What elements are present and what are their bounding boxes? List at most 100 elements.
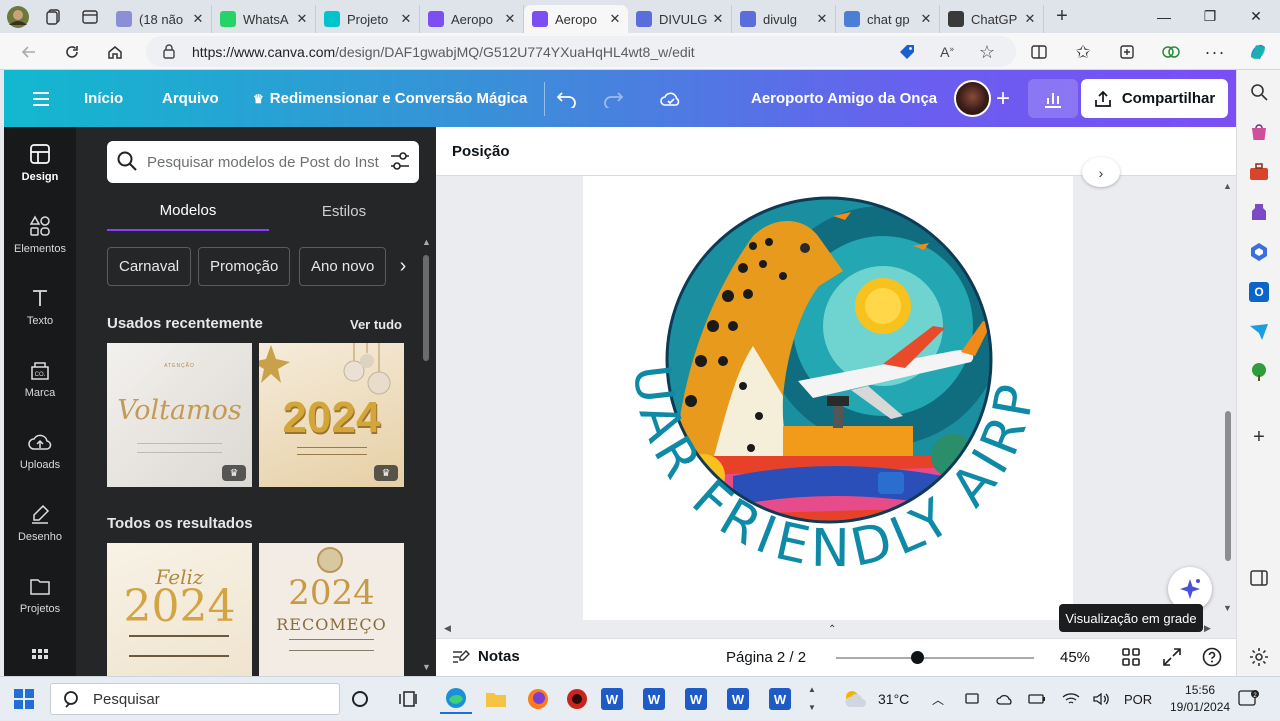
canvas-scrollbar[interactable]	[1225, 411, 1231, 561]
taskbar-search-input[interactable]: Pesquisar	[50, 683, 340, 715]
games-icon[interactable]	[1247, 200, 1271, 224]
tray-meet-icon[interactable]	[964, 677, 980, 721]
hamburger-menu-icon[interactable]	[32, 70, 50, 127]
scroll-down-arrow-icon[interactable]: ▼	[1223, 603, 1232, 613]
scroll-up-arrow-icon[interactable]: ▲	[422, 237, 431, 247]
browser-tab[interactable]: chat gp ✕	[836, 5, 940, 33]
shopping-tag-icon[interactable]	[892, 37, 922, 67]
tab-models[interactable]: Modelos	[107, 191, 269, 231]
chip-carnaval[interactable]: Carnaval	[107, 247, 192, 286]
volume-icon[interactable]	[1092, 677, 1110, 721]
template-thumb-recomeco[interactable]: 2024 RECOMEÇO	[259, 543, 404, 676]
browser-tab[interactable]: Projeto ✕	[316, 5, 420, 33]
close-tab-icon[interactable]: ✕	[1023, 11, 1037, 27]
scroll-down-arrow-icon[interactable]: ▼	[422, 662, 431, 672]
split-screen-icon[interactable]	[1024, 37, 1054, 67]
word-icon[interactable]: W	[638, 684, 670, 714]
url-field[interactable]: https://www.canva.com/design/DAF1gwabjMQ…	[146, 36, 1016, 67]
app-red-icon[interactable]	[561, 684, 593, 714]
close-tab-icon[interactable]: ✕	[919, 11, 933, 27]
notes-button[interactable]: Notas	[452, 648, 520, 665]
home-button[interactable]	[100, 37, 130, 67]
firefox-icon[interactable]	[522, 684, 554, 714]
see-all-link[interactable]: Ver tudo	[350, 317, 402, 332]
extensions-icon[interactable]	[1156, 37, 1186, 67]
clock[interactable]: 15:56 19/01/2024	[1170, 677, 1230, 721]
template-search-input[interactable]: Pesquisar modelos de Post do Inst	[107, 141, 419, 183]
outlook-icon[interactable]: O	[1247, 280, 1271, 304]
word-icon[interactable]: W	[722, 684, 754, 714]
edge-browser-icon[interactable]	[440, 684, 472, 714]
back-button[interactable]	[14, 37, 44, 67]
notifications-icon[interactable]: 2	[1238, 677, 1260, 721]
browser-tab[interactable]: DIVULG ✕	[628, 5, 732, 33]
browser-tab[interactable]: divulg ✕	[732, 5, 836, 33]
page-indicator[interactable]: Página 2 / 2	[726, 649, 806, 666]
fullscreen-icon[interactable]	[1163, 648, 1181, 666]
rail-item-elements[interactable]: Elementos	[4, 205, 76, 265]
toolbox-icon[interactable]	[1247, 160, 1271, 184]
cloud-saved-icon[interactable]	[659, 70, 683, 127]
workspaces-icon[interactable]	[36, 0, 72, 33]
zoom-slider-knob[interactable]	[911, 651, 924, 664]
template-thumb-2024-gold[interactable]: 2024 ♛	[259, 343, 404, 487]
close-tab-icon[interactable]: ✕	[608, 11, 622, 27]
design-page[interactable]: JAGUAR FRIENDLY AIRPORT	[583, 176, 1073, 620]
shopping-bag-icon[interactable]	[1247, 120, 1271, 144]
scroll-left-arrow-icon[interactable]: ◀	[444, 623, 451, 634]
zoom-level[interactable]: 45%	[1060, 649, 1090, 666]
close-tab-icon[interactable]: ✕	[399, 11, 413, 27]
task-view-icon[interactable]	[392, 684, 424, 714]
battery-icon[interactable]	[1028, 677, 1046, 721]
rail-item-brand[interactable]: CO. Marca	[4, 349, 76, 409]
redo-icon[interactable]	[602, 70, 624, 127]
taskbar-scroll-arrows-icon[interactable]: ▲ ▼	[808, 681, 816, 717]
menu-file[interactable]: Arquivo	[162, 70, 219, 127]
add-collaborator-icon[interactable]: +	[996, 70, 1010, 127]
share-button[interactable]: Compartilhar	[1081, 79, 1228, 118]
profile-avatar-icon[interactable]	[0, 0, 36, 33]
user-avatar[interactable]	[954, 80, 991, 117]
word-icon[interactable]: W	[764, 684, 796, 714]
rail-item-projects[interactable]: Projetos	[4, 565, 76, 625]
word-icon[interactable]: W	[596, 684, 628, 714]
weather-widget[interactable]: 31°C	[842, 677, 909, 721]
template-thumb-voltamos[interactable]: ATENÇÃO Voltamos ♛	[107, 343, 252, 487]
analytics-icon[interactable]	[1028, 79, 1078, 118]
close-tab-icon[interactable]: ✕	[815, 11, 829, 27]
browser-tab[interactable]: Aeropo ✕	[524, 5, 628, 33]
favorites-icon[interactable]: ✩	[1068, 37, 1098, 67]
cortana-icon[interactable]	[344, 684, 376, 714]
position-button[interactable]: Posição	[452, 143, 510, 160]
browser-tab[interactable]: Aeropo ✕	[420, 5, 524, 33]
grid-view-icon[interactable]	[1122, 648, 1140, 666]
more-menu-icon[interactable]: ···	[1200, 37, 1230, 67]
windows-start-icon[interactable]	[8, 684, 40, 714]
close-tab-icon[interactable]: ✕	[191, 11, 205, 27]
sidebar-layout-icon[interactable]	[1247, 566, 1271, 590]
scroll-right-arrow-icon[interactable]: ▶	[1204, 623, 1211, 634]
rail-item-draw[interactable]: Desenho	[4, 493, 76, 553]
zoom-slider-track[interactable]	[836, 657, 1034, 659]
file-explorer-icon[interactable]	[480, 684, 512, 714]
minimize-button[interactable]: —	[1141, 0, 1187, 33]
collections-icon[interactable]	[1112, 37, 1142, 67]
microsoft-365-icon[interactable]	[1247, 240, 1271, 264]
panel-scrollbar[interactable]	[423, 255, 429, 361]
filter-sliders-icon[interactable]	[389, 151, 411, 171]
tab-styles[interactable]: Estilos	[269, 191, 419, 231]
design-title[interactable]: Aeroporto Amigo da Onça	[751, 70, 937, 127]
favorite-star-icon[interactable]: ☆	[972, 37, 1002, 67]
close-window-button[interactable]: ✕	[1233, 0, 1279, 33]
chip-promocao[interactable]: Promoção	[198, 247, 291, 286]
tree-icon[interactable]	[1247, 360, 1271, 384]
search-icon[interactable]	[1247, 80, 1271, 104]
template-thumb-feliz-2024[interactable]: Feliz 2024	[107, 543, 252, 676]
rail-item-text[interactable]: Texto	[4, 277, 76, 337]
refresh-button[interactable]	[57, 37, 87, 67]
send-icon[interactable]	[1247, 320, 1271, 344]
close-tab-icon[interactable]: ✕	[295, 11, 309, 27]
close-tab-icon[interactable]: ✕	[711, 11, 725, 27]
language-indicator[interactable]: POR	[1124, 677, 1152, 721]
show-pages-chevron-icon[interactable]: ⌃	[828, 624, 836, 635]
